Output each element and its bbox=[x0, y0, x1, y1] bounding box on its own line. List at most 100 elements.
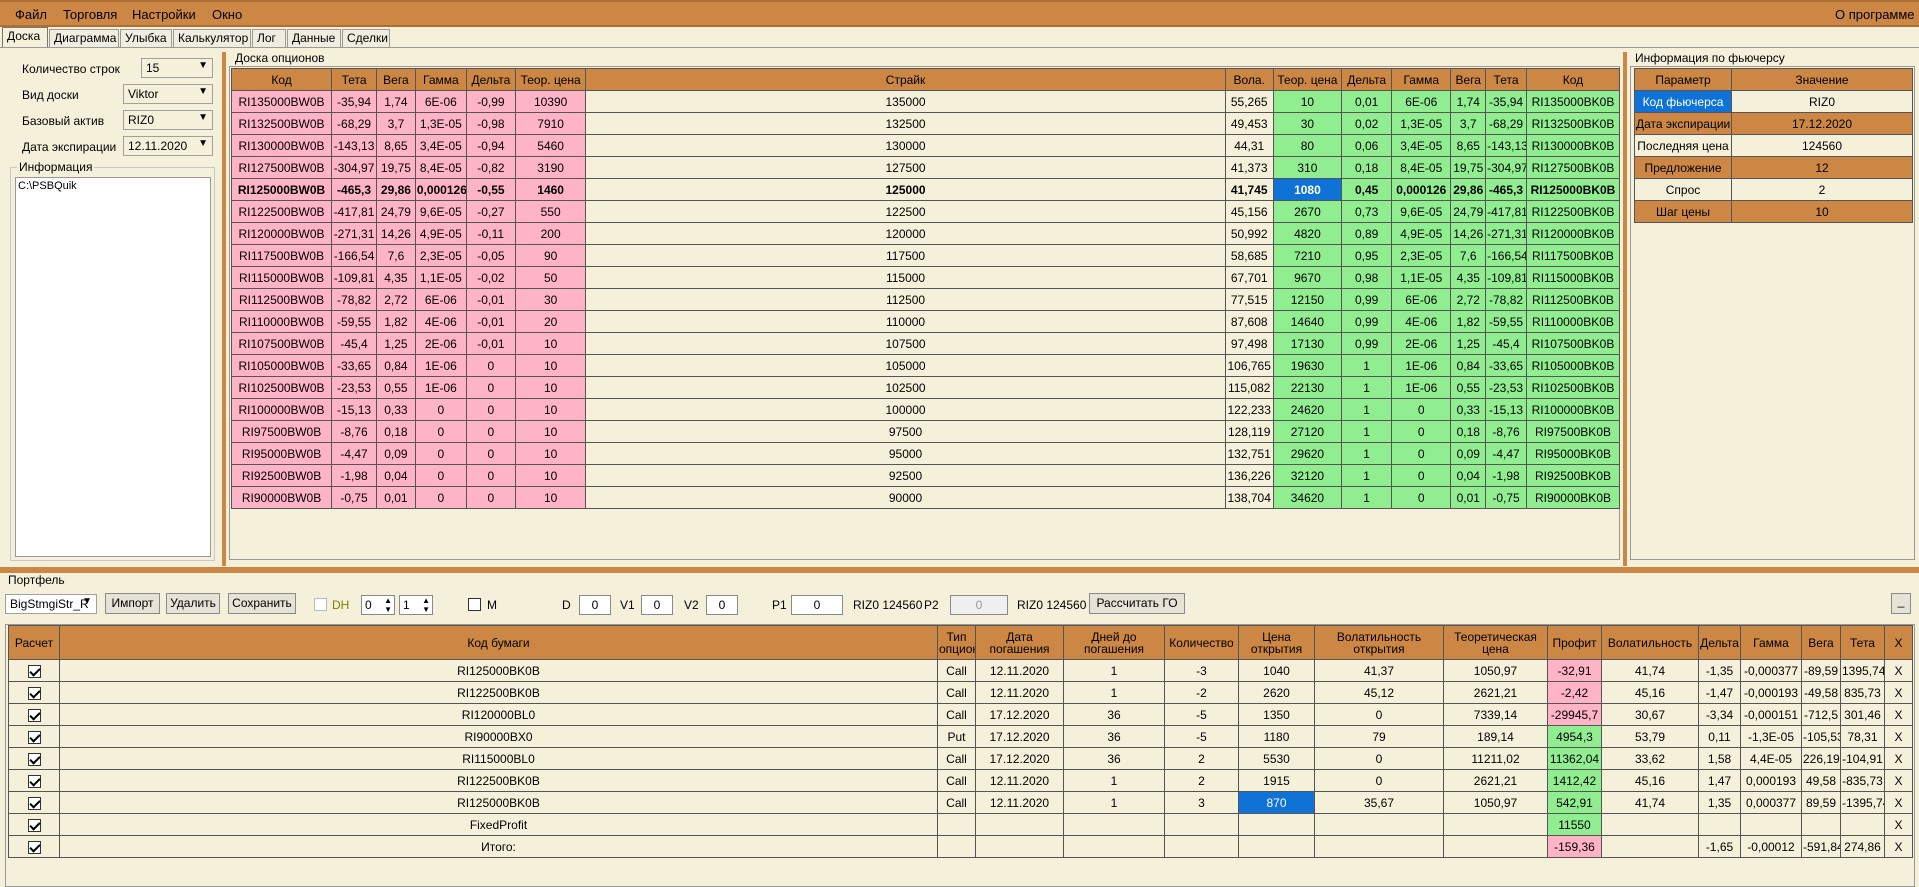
board-cell[interactable]: 125000 bbox=[585, 178, 1226, 201]
portfolio-cell[interactable]: 45,16 bbox=[1601, 681, 1699, 704]
board-cell[interactable]: 80 bbox=[1272, 134, 1343, 157]
info-textbox[interactable]: C:\PSBQuik bbox=[15, 177, 211, 557]
board-cell[interactable]: RI92500BW0B bbox=[230, 464, 333, 487]
menu-window[interactable]: Окно bbox=[212, 7, 242, 22]
board-cell[interactable]: 77,515 bbox=[1224, 288, 1274, 311]
portfolio-col-header[interactable]: X bbox=[1884, 625, 1913, 660]
board-cell[interactable]: 50,992 bbox=[1224, 222, 1274, 245]
calc-checkbox[interactable] bbox=[27, 774, 41, 788]
portfolio-cell[interactable]: -105,53 bbox=[1801, 725, 1841, 748]
board-cell[interactable]: 0,04 bbox=[376, 464, 416, 487]
board-cell[interactable]: 67,701 bbox=[1224, 266, 1274, 289]
portfolio-cell[interactable]: 4954,3 bbox=[1547, 725, 1602, 748]
board-cell[interactable]: 0 bbox=[465, 486, 516, 509]
board-cell[interactable]: 100000 bbox=[585, 398, 1226, 421]
board-cell[interactable]: 10 bbox=[514, 486, 587, 509]
board-cell[interactable]: RI135000BK0B bbox=[1525, 90, 1621, 113]
board-cell[interactable]: 2,72 bbox=[1450, 288, 1487, 311]
board-cell[interactable]: 0,45 bbox=[1341, 178, 1393, 201]
portfolio-cell[interactable]: FixedProfit bbox=[59, 813, 938, 836]
board-cell[interactable]: 50 bbox=[514, 266, 587, 289]
board-cell[interactable]: 0,84 bbox=[376, 354, 416, 377]
board-cell[interactable]: 127500 bbox=[585, 156, 1226, 179]
board-cell[interactable]: 27120 bbox=[1272, 420, 1343, 443]
board-cell[interactable]: 10 bbox=[514, 420, 587, 443]
portfolio-cell[interactable] bbox=[1443, 813, 1548, 836]
board-cell[interactable]: 0 bbox=[1391, 486, 1452, 509]
board-cell[interactable]: RI130000BW0B bbox=[230, 134, 333, 157]
board-cell[interactable]: 132,751 bbox=[1224, 442, 1274, 465]
board-cell[interactable]: 10390 bbox=[514, 90, 587, 113]
board-cell[interactable]: 97,498 bbox=[1224, 332, 1274, 355]
board-cell[interactable]: -304,97 bbox=[1485, 156, 1527, 179]
board-cell[interactable]: 1,25 bbox=[376, 332, 416, 355]
board-cell[interactable]: RI122500BW0B bbox=[230, 200, 333, 223]
board-cell[interactable]: 58,685 bbox=[1224, 244, 1274, 267]
board-cell[interactable]: 3190 bbox=[514, 156, 587, 179]
portfolio-cell[interactable]: 11550 bbox=[1547, 813, 1602, 836]
board-cell[interactable]: -8,76 bbox=[331, 420, 378, 443]
portfolio-cell[interactable] bbox=[1601, 813, 1699, 836]
board-cell[interactable]: 105000 bbox=[585, 354, 1226, 377]
board-cell[interactable]: -271,31 bbox=[1485, 222, 1527, 245]
board-cell[interactable]: 24620 bbox=[1272, 398, 1343, 421]
calc-checkbox-cell[interactable] bbox=[8, 681, 60, 704]
board-cell[interactable]: 6E-06 bbox=[1391, 90, 1452, 113]
board-cell[interactable]: 2,3E-05 bbox=[1391, 244, 1452, 267]
futures-cell[interactable]: 2 bbox=[1731, 178, 1913, 201]
portfolio-cell[interactable]: 1 bbox=[1063, 769, 1165, 792]
portfolio-cell[interactable]: 1,35 bbox=[1698, 791, 1741, 814]
board-cell[interactable]: RI107500BK0B bbox=[1525, 332, 1621, 355]
portfolio-cell[interactable]: 0 bbox=[1314, 703, 1444, 726]
board-cell[interactable]: 130000 bbox=[585, 134, 1226, 157]
portfolio-cell[interactable]: 12.11.2020 bbox=[975, 791, 1064, 814]
remove-row-button[interactable]: X bbox=[1884, 769, 1913, 792]
portfolio-col-header[interactable]: Количество bbox=[1164, 625, 1239, 660]
portfolio-cell[interactable]: 41,74 bbox=[1601, 791, 1699, 814]
board-cell[interactable]: RI90000BK0B bbox=[1525, 486, 1621, 509]
spin-arrows-icon[interactable]: ▲ ▼ bbox=[422, 596, 430, 614]
board-cell[interactable]: -33,65 bbox=[1485, 354, 1527, 377]
board-cell[interactable]: 29620 bbox=[1272, 442, 1343, 465]
calc-checkbox[interactable] bbox=[27, 840, 41, 854]
menu-trade[interactable]: Торговля bbox=[63, 7, 117, 22]
board-cell[interactable]: 107500 bbox=[585, 332, 1226, 355]
portfolio-cell[interactable]: -0,000377 bbox=[1740, 659, 1802, 682]
board-cell[interactable]: -4,47 bbox=[331, 442, 378, 465]
board-col-header[interactable]: Гамма bbox=[414, 68, 467, 91]
board-cell[interactable]: -0,01 bbox=[465, 332, 516, 355]
portfolio-cell[interactable]: -1395,74 bbox=[1840, 791, 1885, 814]
board-cell[interactable]: 1 bbox=[1341, 354, 1393, 377]
board-cell[interactable]: 0 bbox=[465, 420, 516, 443]
portfolio-cell[interactable]: 78,31 bbox=[1840, 725, 1885, 748]
portfolio-cell[interactable]: 5530 bbox=[1238, 747, 1315, 770]
board-cell[interactable]: -0,01 bbox=[465, 288, 516, 311]
portfolio-cell[interactable]: 30,67 bbox=[1601, 703, 1699, 726]
board-cell[interactable]: 0 bbox=[1391, 398, 1452, 421]
board-cell[interactable]: 0,02 bbox=[1341, 112, 1393, 135]
tab-log[interactable]: Лог bbox=[252, 29, 286, 47]
remove-row-button[interactable]: X bbox=[1884, 725, 1913, 748]
board-cell[interactable]: 1E-06 bbox=[1391, 354, 1452, 377]
board-cell[interactable]: RI127500BK0B bbox=[1525, 156, 1621, 179]
board-cell[interactable]: RI112500BW0B bbox=[230, 288, 333, 311]
board-cell[interactable]: 10 bbox=[514, 332, 587, 355]
futures-info-grid[interactable]: Параметр Значение Код фьючерса RIZ0 Дата эк… bbox=[1630, 66, 1915, 560]
board-cell[interactable]: 0,06 bbox=[1341, 134, 1393, 157]
board-cell[interactable]: 0 bbox=[465, 376, 516, 399]
board-cell[interactable]: RI100000BW0B bbox=[230, 398, 333, 421]
portfolio-col-header[interactable]: Профит bbox=[1547, 625, 1602, 660]
board-cell[interactable]: -0,01 bbox=[465, 310, 516, 333]
portfolio-cell[interactable] bbox=[1698, 813, 1741, 836]
board-cell[interactable]: 14,26 bbox=[1450, 222, 1487, 245]
portfolio-col-header[interactable]: Цена открытия bbox=[1238, 625, 1315, 660]
board-cell[interactable]: 9,6E-05 bbox=[414, 200, 467, 223]
rows-count-select[interactable]: 15 ▼ bbox=[141, 58, 213, 78]
board-cell[interactable]: 19,75 bbox=[1450, 156, 1487, 179]
board-cell[interactable]: RI122500BK0B bbox=[1525, 200, 1621, 223]
portfolio-cell[interactable]: 1 bbox=[1063, 681, 1165, 704]
delete-button[interactable]: Удалить bbox=[166, 593, 220, 614]
expiration-date-select[interactable]: 12.11.2020 ▼ bbox=[123, 136, 213, 156]
board-cell[interactable]: RI92500BK0B bbox=[1525, 464, 1621, 487]
portfolio-cell[interactable]: 1,58 bbox=[1698, 747, 1741, 770]
